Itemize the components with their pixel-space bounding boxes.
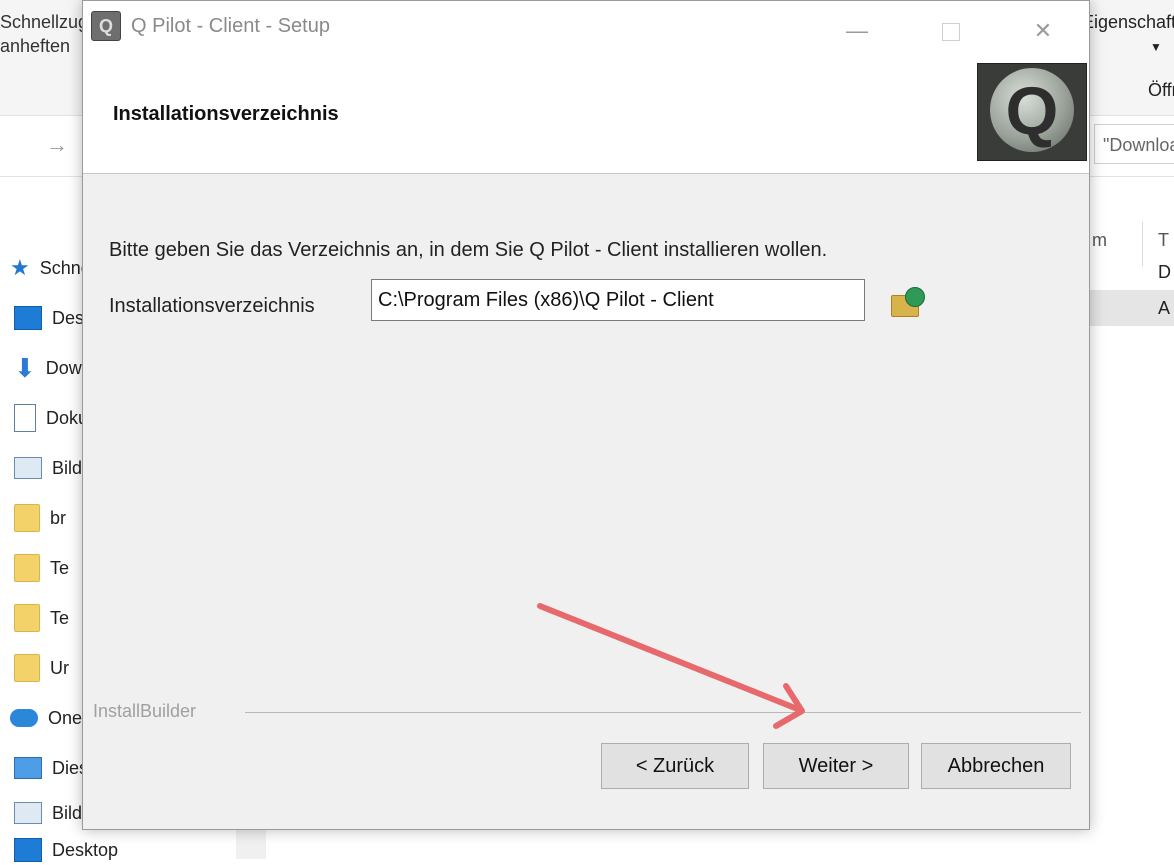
nav-item-label: Te bbox=[50, 557, 70, 578]
folder-icon bbox=[14, 604, 40, 632]
search-box[interactable]: "Downloads" bbox=[1094, 124, 1174, 164]
browse-folder-button[interactable] bbox=[891, 287, 925, 317]
minimize-button[interactable]: — bbox=[827, 11, 887, 51]
ribbon-pin-sublabel[interactable]: anheften bbox=[0, 36, 70, 57]
pictures-icon bbox=[14, 457, 42, 479]
instruction-text: Bitte geben Sie das Verzeichnis an, in d… bbox=[109, 239, 828, 261]
folder-icon bbox=[14, 504, 40, 532]
next-button[interactable]: Weiter > bbox=[763, 743, 909, 789]
pictures-icon bbox=[14, 802, 42, 824]
forward-arrow-icon[interactable]: → bbox=[46, 132, 68, 158]
cancel-button[interactable]: Abbrechen bbox=[921, 743, 1071, 789]
maximize-button[interactable] bbox=[921, 11, 981, 51]
nav-item-folder-te-2[interactable]: Te bbox=[14, 603, 69, 633]
page-title: Installationsverzeichnis bbox=[113, 103, 339, 125]
nav-item-folder-ur[interactable]: Ur bbox=[14, 653, 69, 683]
app-q-icon[interactable]: Q bbox=[91, 11, 121, 41]
install-path-input[interactable] bbox=[371, 279, 865, 321]
download-arrow-icon: ⬇ bbox=[14, 353, 36, 383]
browse-badge-icon bbox=[905, 287, 925, 307]
this-pc-icon bbox=[14, 757, 42, 779]
installbuilder-brand: InstallBuilder bbox=[93, 701, 197, 721]
install-dir-label: Installationsverzeichnis bbox=[109, 295, 315, 317]
onedrive-cloud-icon bbox=[10, 709, 38, 727]
desktop-icon bbox=[14, 306, 42, 330]
nav-item-folder-te-1[interactable]: Te bbox=[14, 553, 69, 583]
back-button[interactable]: < Zurück bbox=[601, 743, 749, 789]
folder-icon bbox=[14, 554, 40, 582]
close-button[interactable]: ✕ bbox=[1013, 11, 1073, 51]
file-row-1[interactable]: D bbox=[1158, 262, 1171, 283]
setup-dialog: Q Q Pilot - Client - Setup — ✕ Installat… bbox=[82, 0, 1090, 830]
q-pilot-logo: Q bbox=[977, 63, 1087, 161]
nav-item-label: Te bbox=[50, 607, 70, 628]
footer-divider bbox=[245, 712, 1081, 713]
ribbon-open-label[interactable]: Öffnen bbox=[1148, 80, 1174, 101]
maximize-icon bbox=[942, 23, 960, 42]
ribbon-properties-label[interactable]: Eigenschaften bbox=[1082, 12, 1174, 33]
dialog-header: Installationsverzeichnis Q bbox=[83, 61, 1089, 174]
dialog-title: Q Pilot - Client - Setup bbox=[131, 15, 330, 37]
document-icon bbox=[14, 404, 36, 432]
nav-item-label: Ur bbox=[50, 657, 69, 678]
column-header-type[interactable]: T bbox=[1158, 230, 1169, 251]
folder-icon bbox=[14, 654, 40, 682]
ribbon-dropdown-icon[interactable]: ▼ bbox=[1150, 40, 1162, 54]
column-header-date[interactable]: m bbox=[1092, 230, 1107, 251]
column-separator bbox=[1142, 222, 1143, 266]
nav-item-folder-br[interactable]: br bbox=[14, 503, 66, 533]
desktop-icon bbox=[14, 838, 42, 862]
star-icon: ★ bbox=[10, 255, 30, 280]
dialog-titlebar[interactable]: Q Q Pilot - Client - Setup — ✕ bbox=[83, 1, 1089, 61]
q-logo-icon: Q bbox=[990, 68, 1074, 152]
nav-item-desktop-2[interactable]: Desktop bbox=[14, 835, 118, 865]
nav-item-label: Desktop bbox=[52, 839, 119, 860]
file-row-2[interactable]: A bbox=[1158, 298, 1170, 319]
nav-item-label: br bbox=[50, 507, 67, 528]
